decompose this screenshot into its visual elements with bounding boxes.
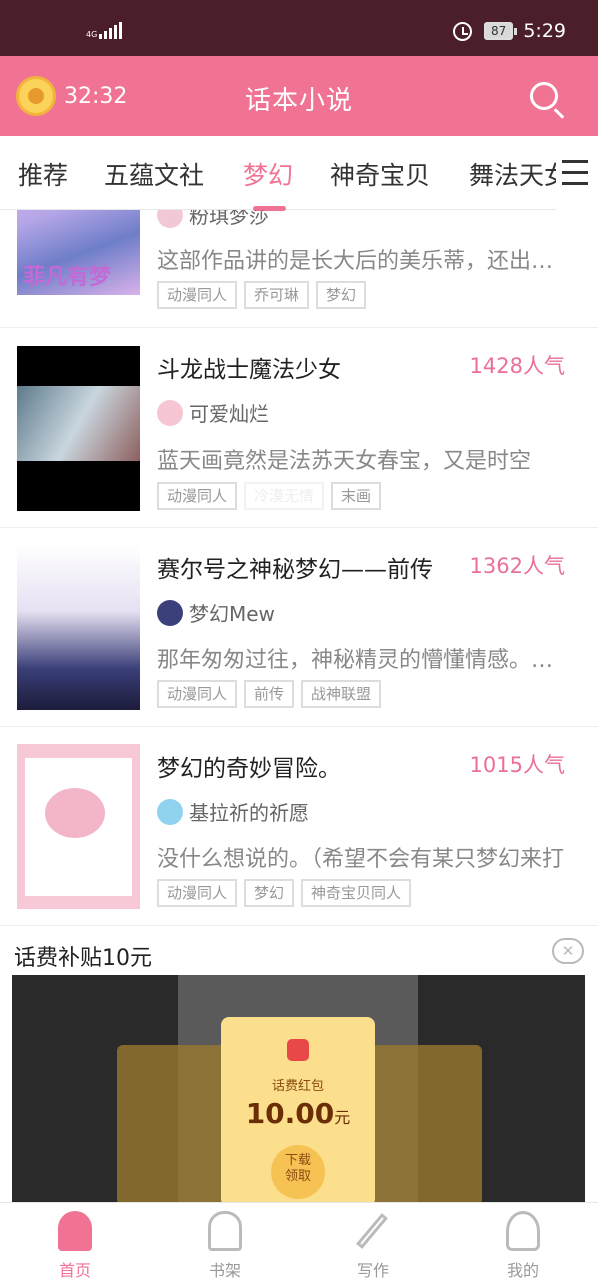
signal-icon: 4G	[86, 22, 124, 39]
bookshelf-icon	[208, 1211, 242, 1251]
book-title[interactable]: 梦幻的奇妙冒险。	[157, 749, 341, 783]
menu-icon[interactable]	[556, 136, 598, 210]
tag[interactable]: 乔可琳	[244, 281, 310, 309]
book-description: 这部作品讲的是长大后的美乐蒂，还出现了可爱的	[157, 249, 571, 274]
avatar	[157, 599, 183, 626]
list-item[interactable]: 斗龙战士魔法少女 1428人气 可爱灿烂 蓝天画竟然是法苏天女春宝，又是时空 动…	[0, 328, 598, 528]
app-header: 32:32 话本小说	[0, 56, 598, 136]
author[interactable]: 粉琪梦莎	[157, 210, 269, 229]
nav-label: 书架	[208, 1261, 241, 1280]
red-packet-icon	[287, 1039, 309, 1061]
popularity: 1428人气	[469, 354, 565, 378]
red-packet-card[interactable]: 话费红包 10.00元 下载 领取	[221, 1017, 375, 1202]
nav-home[interactable]: 首页	[0, 1203, 150, 1281]
tag[interactable]: 动漫同人	[157, 680, 238, 708]
status-bar: 4G 87 5:29	[0, 0, 598, 56]
avatar	[157, 210, 183, 228]
book-description: 蓝天画竟然是法苏天女春宝，又是时空	[157, 449, 532, 474]
tag[interactable]: 前传	[244, 680, 295, 708]
ad-image[interactable]: 话费红包 10.00元 下载 领取	[12, 975, 585, 1202]
book-title[interactable]: 斗龙战士魔法少女	[157, 350, 341, 384]
book-description: 那年匆匆过往，神秘精灵的懵懂情感。那年	[157, 648, 571, 673]
ad-banner[interactable]: 话费补贴10元 ✕ 话费红包 10.00元 下载 领取	[0, 926, 598, 1202]
list-item[interactable]: 赛尔号之神秘梦幻——前传 1362人气 梦幻Mew 那年匆匆过往，神秘精灵的懵懂…	[0, 528, 598, 727]
popularity: 1015人气	[469, 753, 565, 777]
tag[interactable]: 梦幻	[316, 281, 367, 309]
clock: 5:29	[523, 20, 566, 42]
book-list[interactable]: 菲凡有梦 粉琪梦莎 这部作品讲的是长大后的美乐蒂，还出现了可爱的 动漫同人 乔可…	[0, 210, 598, 926]
tab-menghuan[interactable]: 梦幻	[243, 156, 293, 192]
list-item[interactable]: 梦幻的奇妙冒险。 1015人气 基拉祈的祈愿 没什么想说的。（希望不会有某只梦幻…	[0, 727, 598, 926]
category-tabs: 推荐 五蕴文社 梦幻 神奇宝贝 舞法天女	[0, 136, 598, 210]
nav-label: 写作	[356, 1261, 389, 1280]
tab-recommend[interactable]: 推荐	[18, 156, 68, 192]
app-title: 话本小说	[244, 86, 353, 116]
close-icon[interactable]: ✕	[552, 938, 584, 964]
tab-wufa[interactable]: 舞法天女	[469, 156, 569, 192]
author[interactable]: 基拉祈的祈愿	[157, 797, 309, 826]
nav-mine[interactable]: 我的	[448, 1203, 598, 1281]
battery-icon: 87	[484, 22, 518, 40]
tag-list: 动漫同人 乔可琳 梦幻	[157, 281, 373, 309]
avatar	[157, 399, 183, 426]
nav-write[interactable]: 写作	[298, 1203, 448, 1281]
author-name: 梦幻Mew	[189, 602, 275, 626]
nav-label: 我的	[506, 1261, 539, 1280]
download-claim-button[interactable]: 下载 领取	[271, 1145, 325, 1199]
tag[interactable]: 动漫同人	[157, 281, 238, 309]
alarm-icon	[453, 21, 473, 41]
book-cover	[17, 346, 140, 511]
cover-text: 菲凡有梦	[23, 265, 112, 290]
book-cover: 菲凡有梦	[17, 210, 140, 295]
author-name: 粉琪梦莎	[189, 210, 269, 228]
tag-list: 动漫同人 梦幻 神奇宝贝同人	[157, 879, 418, 907]
book-cover	[17, 545, 140, 710]
tab-wuyun[interactable]: 五蕴文社	[104, 156, 204, 192]
nav-bookshelf[interactable]: 书架	[150, 1203, 300, 1281]
tag[interactable]: 冷漠无情	[244, 482, 325, 510]
book-cover	[17, 744, 140, 909]
tag[interactable]: 战神联盟	[301, 680, 382, 708]
tag[interactable]: 神奇宝贝同人	[301, 879, 412, 907]
list-item[interactable]: 菲凡有梦 粉琪梦莎 这部作品讲的是长大后的美乐蒂，还出现了可爱的 动漫同人 乔可…	[0, 210, 598, 328]
nav-label: 首页	[58, 1261, 91, 1280]
tag[interactable]: 动漫同人	[157, 879, 238, 907]
ad-title: 话费补贴10元	[14, 946, 152, 971]
bottom-nav: 首页 书架 写作 我的	[0, 1202, 598, 1280]
popularity: 1362人气	[469, 554, 565, 578]
author[interactable]: 梦幻Mew	[157, 598, 275, 627]
avatar	[157, 798, 183, 825]
card-label: 话费红包	[271, 1079, 324, 1094]
tab-pokemon[interactable]: 神奇宝贝	[330, 156, 430, 192]
tag-list: 动漫同人 前传 战神联盟	[157, 680, 388, 708]
author-name: 可爱灿烂	[189, 402, 269, 426]
profile-icon	[506, 1211, 540, 1251]
author[interactable]: 可爱灿烂	[157, 398, 269, 427]
tag[interactable]: 梦幻	[244, 879, 295, 907]
tag[interactable]: 动漫同人	[157, 482, 238, 510]
tag-list: 动漫同人 冷漠无情 末画	[157, 482, 388, 510]
home-icon	[58, 1211, 92, 1251]
book-description: 没什么想说的。（希望不会有某只梦幻来打	[157, 847, 565, 872]
network-type: 4G	[86, 30, 98, 39]
card-amount: 10.00元	[245, 1097, 351, 1130]
author-name: 基拉祈的祈愿	[189, 801, 309, 825]
tag[interactable]: 末画	[331, 482, 382, 510]
pencil-icon	[356, 1213, 388, 1249]
book-title[interactable]: 赛尔号之神秘梦幻——前传	[157, 550, 433, 584]
search-icon[interactable]	[530, 82, 558, 110]
